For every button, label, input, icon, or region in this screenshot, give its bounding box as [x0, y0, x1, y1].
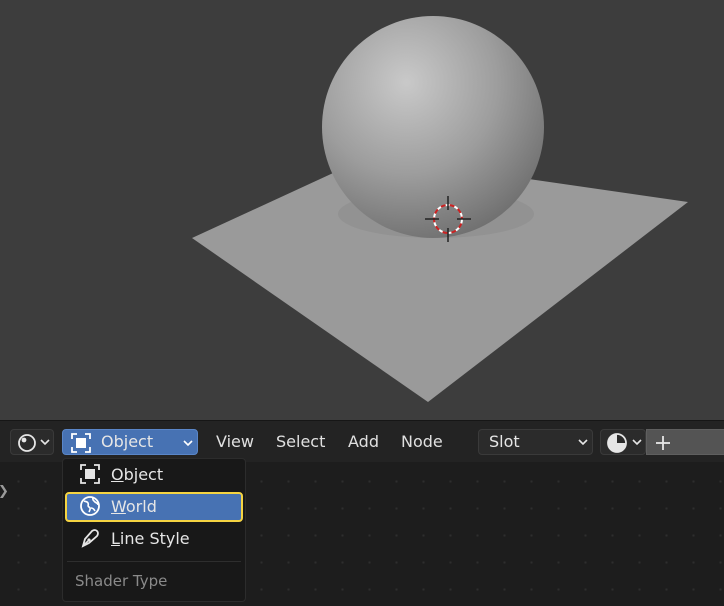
menu-node[interactable]: Node	[401, 432, 443, 451]
menu-item-world[interactable]: World	[65, 492, 243, 522]
node-editor-header: Object View Select Add Node Slot	[0, 420, 724, 462]
object-icon	[71, 433, 91, 453]
menu-item-label: Object	[111, 465, 164, 484]
material-icon	[607, 433, 627, 453]
menu-item-label: Line Style	[111, 529, 190, 548]
menu-item-line-style[interactable]: Line Style	[65, 524, 243, 554]
editor-type-button[interactable]	[10, 429, 54, 455]
menu-divider	[67, 561, 241, 562]
chevron-down-icon	[578, 439, 588, 446]
menu-header: Shader Type	[75, 572, 168, 590]
shader-type-label: Object	[101, 432, 154, 451]
slot-dropdown[interactable]: Slot	[478, 429, 593, 455]
line-style-icon	[81, 529, 99, 548]
object-icon	[80, 464, 100, 484]
menu-item-object[interactable]: Object	[65, 460, 243, 490]
plus-icon	[656, 436, 670, 450]
shader-type-menu: Object World Line Style Shader Type	[62, 458, 246, 602]
3d-viewport[interactable]	[0, 0, 724, 420]
slot-label: Slot	[489, 432, 520, 451]
new-material-button[interactable]	[646, 429, 724, 455]
chevron-down-icon	[632, 439, 642, 446]
menu-item-label: World	[111, 497, 157, 516]
menu-add[interactable]: Add	[348, 432, 379, 451]
chevron-down-icon	[183, 440, 193, 447]
world-icon	[80, 496, 100, 516]
material-browse-button[interactable]	[600, 429, 646, 455]
sidebar-toggle-icon[interactable]: ❯	[0, 484, 9, 499]
sphere-mesh	[322, 16, 544, 238]
shader-type-dropdown[interactable]: Object	[62, 429, 198, 455]
menu-select[interactable]: Select	[276, 432, 325, 451]
shader-editor-icon	[18, 434, 36, 452]
chevron-down-icon	[40, 439, 50, 446]
menu-view[interactable]: View	[216, 432, 254, 451]
